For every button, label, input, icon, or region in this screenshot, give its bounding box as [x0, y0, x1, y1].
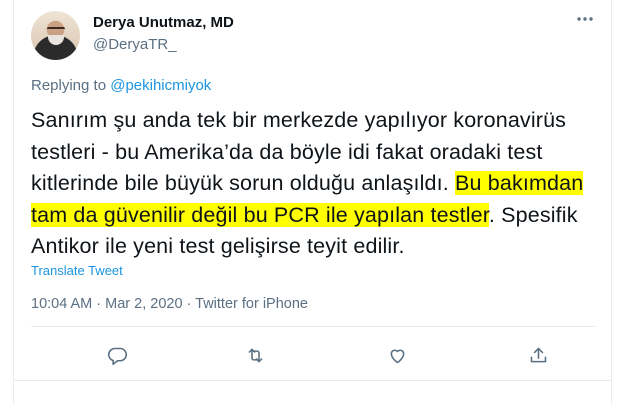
share-icon	[530, 347, 546, 362]
divider	[31, 326, 596, 327]
replying-prefix: Replying to	[31, 77, 111, 94]
bottom-divider	[14, 380, 611, 381]
more-options-button[interactable]	[574, 11, 596, 27]
reply-icon	[107, 347, 127, 365]
tweet-card: Derya Unutmaz, MD @DeryaTR_ Replying to …	[13, 0, 612, 405]
action-bar	[31, 342, 596, 368]
avatar-beard	[48, 35, 64, 45]
tweet-timestamp[interactable]: 10:04 AM · Mar 2, 2020 · Twitter for iPh…	[31, 296, 308, 312]
author-name[interactable]: Derya Unutmaz, MD	[93, 14, 234, 31]
like-button[interactable]	[384, 342, 410, 368]
heart-icon	[390, 349, 404, 363]
retweet-icon	[248, 348, 262, 362]
reply-button[interactable]	[104, 342, 130, 368]
retweet-button[interactable]	[242, 342, 268, 368]
author-handle[interactable]: @DeryaTR_	[93, 36, 177, 53]
avatar-glasses	[47, 27, 65, 34]
translate-tweet-link[interactable]: Translate Tweet	[31, 263, 123, 278]
share-button[interactable]	[525, 342, 551, 368]
replying-to-mention[interactable]: @pekihicmiyok	[110, 77, 211, 94]
avatar[interactable]	[31, 11, 80, 60]
tweet-text: Sanırım şu anda tek bir merkezde yapılıy…	[31, 105, 603, 263]
more-icon	[577, 17, 593, 21]
replying-to: Replying to @pekihicmiyok	[31, 77, 211, 94]
